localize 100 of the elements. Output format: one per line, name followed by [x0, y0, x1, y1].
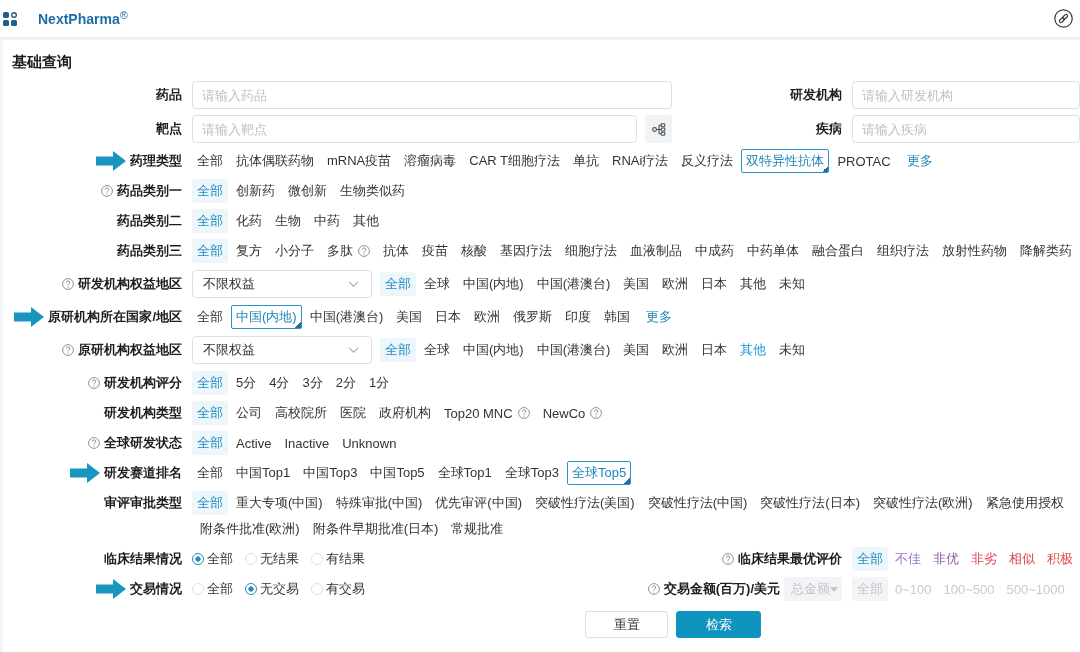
filter-option[interactable]: 单抗: [568, 149, 605, 173]
filter-option[interactable]: 欧洲: [657, 272, 694, 296]
filter-option[interactable]: 医院: [335, 401, 371, 425]
input-field[interactable]: 请输入疾病: [852, 115, 1080, 143]
filter-option[interactable]: 全球Top5: [567, 461, 632, 485]
radio-option[interactable]: 有交易: [311, 580, 365, 598]
more-link[interactable]: 更多: [901, 149, 938, 173]
filter-option[interactable]: 全球Top3: [499, 461, 564, 485]
filter-option[interactable]: 中国Top3: [298, 461, 363, 485]
filter-option[interactable]: 附条件早期批准(日本): [307, 517, 444, 541]
radio-option[interactable]: 全部: [192, 550, 233, 568]
filter-option[interactable]: 细胞疗法: [560, 239, 622, 263]
more-link[interactable]: 更多: [641, 305, 678, 329]
filter-option[interactable]: 突破性疗法(欧洲): [868, 491, 978, 515]
filter-option[interactable]: Top20 MNC: [439, 401, 535, 425]
filter-option[interactable]: 突破性疗法(中国): [642, 491, 753, 515]
filter-option[interactable]: 降解类药: [1015, 239, 1077, 263]
filter-option[interactable]: 日本: [696, 272, 733, 296]
filter-option[interactable]: 附条件批准(欧洲): [195, 517, 305, 541]
filter-option[interactable]: 日本: [430, 305, 467, 329]
filter-option[interactable]: 非优: [928, 547, 964, 571]
filter-option[interactable]: 相似: [1004, 547, 1040, 571]
filter-option[interactable]: RNAi疗法: [607, 149, 674, 173]
filter-option[interactable]: 优先审评(中国): [430, 491, 527, 515]
filter-option[interactable]: 中国(港澳台): [531, 338, 616, 362]
filter-option[interactable]: 溶瘤病毒: [399, 149, 462, 173]
filter-option[interactable]: 3分: [297, 371, 328, 395]
filter-option[interactable]: 不佳: [890, 547, 926, 571]
filter-option[interactable]: 双特异性抗体: [741, 149, 830, 173]
filter-option[interactable]: Unknown: [337, 431, 402, 455]
filter-option[interactable]: 中国(内地): [458, 272, 529, 296]
filter-option[interactable]: NewCo: [537, 401, 608, 425]
filter-option[interactable]: 韩国: [599, 305, 636, 329]
filter-option[interactable]: 全部: [380, 338, 416, 362]
filter-option[interactable]: 全部: [192, 401, 228, 425]
filter-option[interactable]: 中药单体: [742, 239, 804, 263]
filter-option[interactable]: 积极: [1042, 547, 1078, 571]
filter-option[interactable]: 创新药: [231, 179, 280, 203]
radio-option[interactable]: 无结果: [245, 550, 299, 568]
filter-option[interactable]: mRNA疫苗: [322, 149, 397, 173]
filter-option[interactable]: 政府机构: [374, 401, 436, 425]
filter-option[interactable]: 中国(内地): [231, 305, 302, 329]
filter-option[interactable]: 1分: [363, 371, 395, 395]
radio-option[interactable]: 有结果: [311, 550, 365, 568]
filter-option[interactable]: 全球: [419, 272, 455, 296]
filter-option[interactable]: 核酸: [456, 239, 492, 263]
radio-option[interactable]: 无交易: [245, 580, 299, 598]
filter-option[interactable]: 全部: [192, 209, 228, 233]
filter-option[interactable]: 中药: [309, 209, 345, 233]
filter-option[interactable]: 化药: [231, 209, 267, 233]
filter-option[interactable]: Active: [231, 431, 277, 455]
filter-option[interactable]: 俄罗斯: [508, 305, 558, 329]
filter-option[interactable]: 非劣: [966, 547, 1002, 571]
filter-option[interactable]: 全部: [852, 547, 888, 571]
filter-option[interactable]: 复方: [231, 239, 267, 263]
filter-option[interactable]: 中国Top5: [365, 461, 430, 485]
filter-option[interactable]: 全部: [192, 371, 228, 395]
filter-option[interactable]: 微创新: [283, 179, 332, 203]
filter-option[interactable]: 公司: [231, 401, 267, 425]
filter-option[interactable]: 组织疗法: [872, 239, 934, 263]
filter-option[interactable]: 突破性疗法(日本): [755, 491, 866, 515]
filter-option[interactable]: 2分: [330, 371, 361, 395]
search-button[interactable]: 检索: [676, 611, 761, 638]
filter-option[interactable]: 其他: [735, 272, 772, 296]
filter-option[interactable]: 其他: [348, 209, 384, 233]
radio-option[interactable]: 全部: [192, 580, 233, 598]
dropdown[interactable]: 不限权益: [192, 336, 372, 364]
link-icon[interactable]: [1054, 9, 1073, 28]
input-field[interactable]: 请输入药品: [192, 81, 672, 109]
filter-option[interactable]: 多肽: [322, 239, 375, 263]
filter-option[interactable]: 未知: [774, 338, 811, 362]
reset-button[interactable]: 重置: [585, 611, 668, 638]
filter-option[interactable]: 重大专项(中国): [231, 491, 328, 515]
filter-option[interactable]: 中国(内地): [458, 338, 529, 362]
filter-option[interactable]: 日本: [696, 338, 733, 362]
filter-option[interactable]: 未知: [774, 272, 811, 296]
filter-option[interactable]: 全部: [192, 239, 228, 263]
filter-option[interactable]: 基因疗法: [495, 239, 557, 263]
filter-option[interactable]: 全部: [192, 491, 228, 515]
filter-option[interactable]: 融合蛋白: [807, 239, 869, 263]
filter-option[interactable]: 美国: [391, 305, 428, 329]
filter-option[interactable]: 全部: [192, 431, 228, 455]
filter-option[interactable]: 美国: [618, 272, 655, 296]
filter-option[interactable]: 全部: [192, 149, 228, 173]
filter-option[interactable]: 小分子: [270, 239, 319, 263]
filter-option[interactable]: 中国(港澳台): [304, 305, 389, 329]
filter-option[interactable]: 抗体: [378, 239, 414, 263]
filter-option[interactable]: 生物类似药: [335, 179, 410, 203]
filter-option[interactable]: 4分: [264, 371, 295, 395]
input-field[interactable]: 请输入靶点: [192, 115, 637, 143]
filter-option[interactable]: 疫苗: [417, 239, 453, 263]
filter-option[interactable]: 中国Top1: [231, 461, 296, 485]
filter-option[interactable]: CAR T细胞疗法: [464, 149, 566, 173]
filter-option[interactable]: 中成药: [690, 239, 739, 263]
filter-option[interactable]: 高校院所: [270, 401, 332, 425]
filter-option[interactable]: 全部: [380, 272, 416, 296]
filter-option[interactable]: 美国: [618, 338, 655, 362]
filter-option[interactable]: 放射性药物: [937, 239, 1012, 263]
filter-option[interactable]: 突破性疗法(美国): [530, 491, 640, 515]
filter-option[interactable]: 全部: [192, 461, 228, 485]
